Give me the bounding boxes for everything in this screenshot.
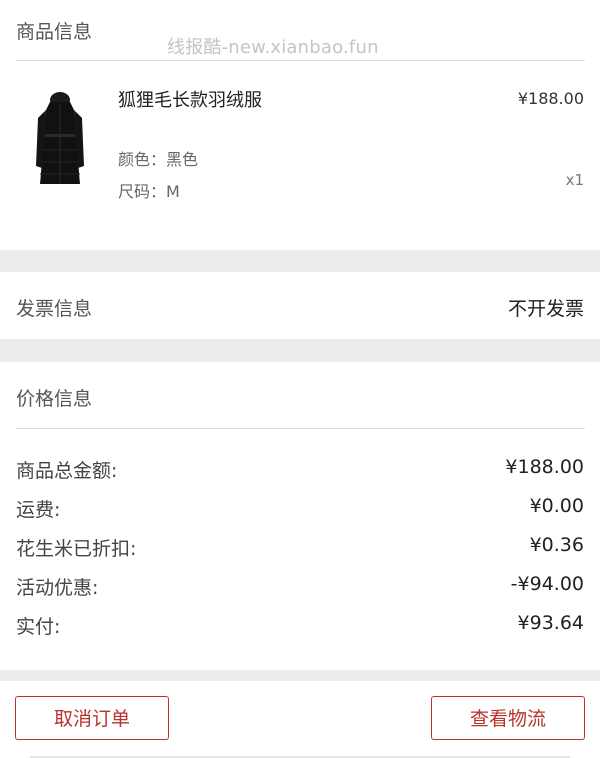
price-row-discount: 花生米已折扣: ¥0.36 <box>16 534 584 562</box>
price-section-title: 价格信息 <box>16 388 93 410</box>
price-row-label: 花生米已折扣: <box>16 538 137 560</box>
product-quantity: x1 <box>565 171 584 189</box>
price-row-value: ¥0.36 <box>529 534 584 556</box>
product-name: 狐狸毛长款羽绒服 <box>118 90 262 111</box>
divider <box>16 60 585 61</box>
price-row-value: ¥0.00 <box>529 495 584 517</box>
price-row-label: 运费: <box>16 499 61 521</box>
price-row-promotion: 活动优惠: -¥94.00 <box>16 573 584 601</box>
product-section: 商品信息 线报酷-new.xianbao.fun 狐狸毛长款羽绒服 颜色：黑色 … <box>0 0 600 250</box>
invoice-value: 不开发票 <box>507 298 584 320</box>
product-color: 颜色：黑色 <box>118 150 199 169</box>
price-row-shipping: 运费: ¥0.00 <box>16 495 584 523</box>
product-thumbnail[interactable] <box>28 88 92 192</box>
product-section-title: 商品信息 <box>16 21 93 43</box>
invoice-section-title: 发票信息 <box>16 298 93 320</box>
price-row-value: ¥188.00 <box>505 456 584 478</box>
price-row-paid: 实付: ¥93.64 <box>16 612 584 640</box>
price-row-value: ¥93.64 <box>517 612 584 634</box>
product-size: 尺码：M <box>118 182 180 201</box>
watermark: 线报酷-new.xianbao.fun <box>167 37 379 58</box>
price-row-value: -¥94.00 <box>510 573 584 595</box>
divider <box>16 428 585 429</box>
cancel-order-button[interactable]: 取消订单 <box>15 696 169 740</box>
price-section: 价格信息 商品总金额: ¥188.00 运费: ¥0.00 花生米已折扣: ¥0… <box>0 362 600 670</box>
product-price: ¥188.00 <box>517 89 584 108</box>
invoice-section[interactable]: 发票信息 不开发票 <box>0 272 600 339</box>
price-row-label: 活动优惠: <box>16 577 99 599</box>
price-row-label: 实付: <box>16 616 61 638</box>
price-row-label: 商品总金额: <box>16 460 118 482</box>
price-row-subtotal: 商品总金额: ¥188.00 <box>16 456 584 484</box>
view-logistics-button[interactable]: 查看物流 <box>431 696 585 740</box>
action-bar: 取消订单 查看物流 <box>0 681 600 758</box>
